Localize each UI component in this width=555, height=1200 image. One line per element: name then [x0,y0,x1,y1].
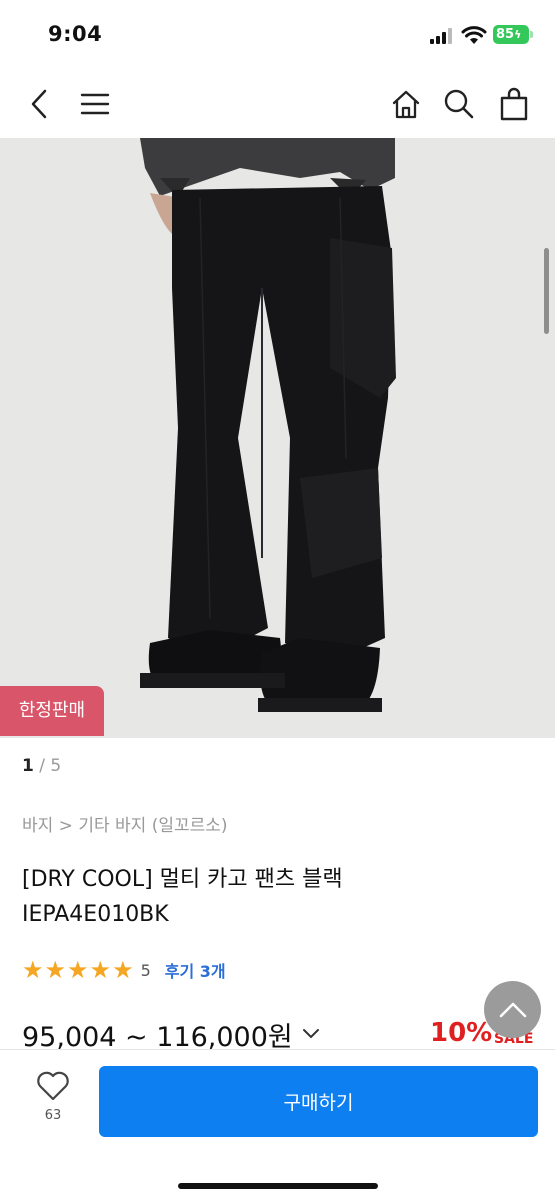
review-count-link[interactable]: 후기 3개 [165,958,226,982]
product-title: [DRY COOL] 멀티 카고 팬츠 블랙 IEPA4E010BK [22,862,343,932]
price-range: 95,004 ~ 116,000원 [22,1021,293,1053]
breadcrumb[interactable]: 바지 > 기타 바지 (일꼬르소) [22,811,228,836]
buy-button[interactable]: 구매하기 [99,1066,538,1137]
bottom-bar: 63 구매하기 [0,1049,555,1200]
scrollbar[interactable] [544,248,549,334]
pager-current: 1 [22,756,34,776]
star-rating: ★★★★★ [22,958,135,982]
home-indicator [178,1183,378,1189]
product-title-code: IEPA4E010BK [22,902,169,927]
limited-sale-badge: 한정판매 [0,686,104,736]
back-icon[interactable] [20,84,60,124]
chevron-down-icon[interactable] [301,1027,321,1041]
status-time: 9:04 [48,22,103,46]
heart-icon [37,1071,69,1101]
cart-icon[interactable] [494,84,534,124]
image-pager: 1 / 5 [22,756,61,776]
star-icon: ★ [67,956,89,984]
nav-bar [0,70,555,138]
discount-rate: 10% [430,1018,493,1048]
price-row[interactable]: 95,004 ~ 116,000원 [22,1016,321,1053]
rating: ★★★★★ 5 후기 3개 [22,956,226,984]
pager-total: 5 [50,756,62,776]
wishlist-button[interactable]: 63 [28,1070,78,1123]
product-photo [0,138,555,738]
product-title-name: [DRY COOL] 멀티 카고 팬츠 블랙 [22,867,343,892]
scroll-top-button[interactable] [484,981,541,1038]
battery-icon: 85ϟ [493,25,529,44]
pager-separator: / [33,756,51,776]
signal-icon [430,28,454,44]
battery-level: 85 [496,27,515,42]
star-icon: ★ [44,956,67,984]
product-image[interactable] [0,138,555,738]
chevron-up-icon [499,1002,526,1017]
menu-icon[interactable] [75,84,115,124]
star-icon: ★ [112,956,134,984]
status-bar: 9:04 85ϟ [0,0,555,70]
rating-score: 5 [140,960,151,980]
home-icon[interactable] [386,84,426,124]
wifi-icon [461,26,487,44]
wishlist-count: 63 [44,1108,62,1123]
search-icon[interactable] [439,84,479,124]
star-icon: ★ [89,956,112,984]
star-icon: ★ [22,956,44,984]
